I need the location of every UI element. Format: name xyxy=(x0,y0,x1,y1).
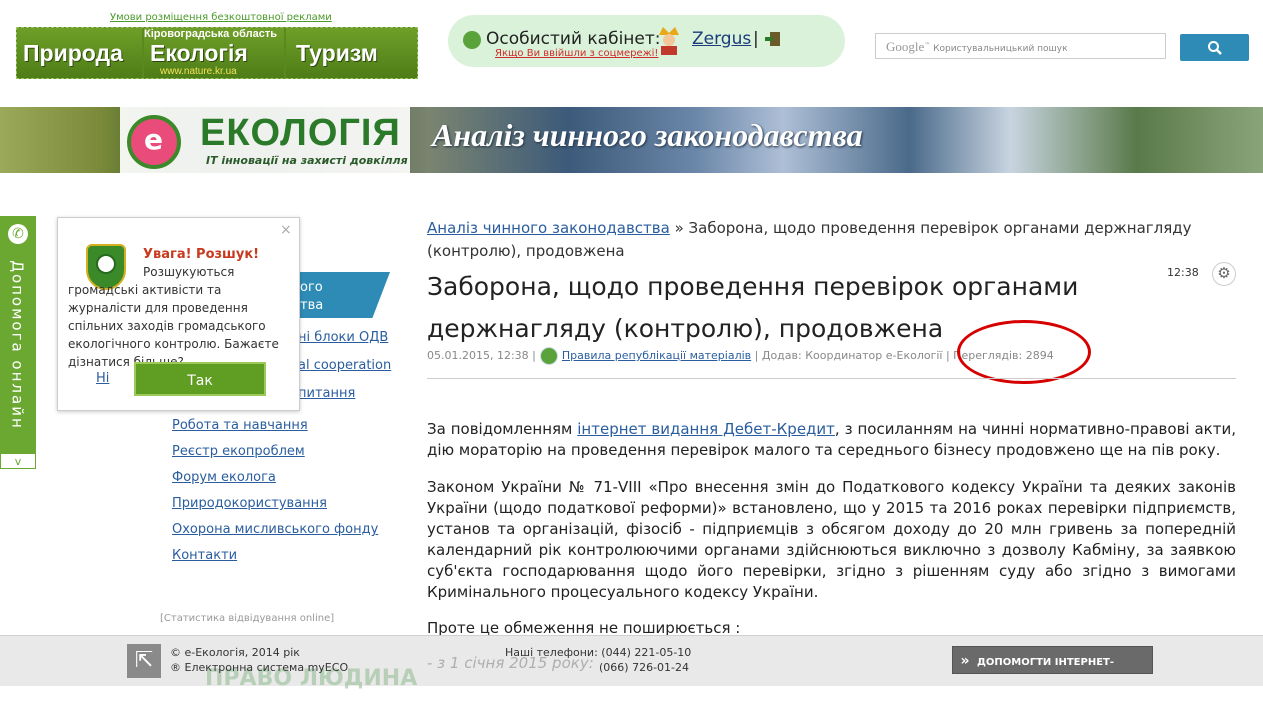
breadcrumb-link[interactable]: Аналіз чинного законодавства xyxy=(427,219,670,237)
close-icon[interactable]: × xyxy=(280,222,292,238)
section-title: Аналіз чинного законодавства xyxy=(432,117,863,153)
online-help-label: Допомога онлайн xyxy=(8,260,27,430)
user-avatar-icon xyxy=(659,27,679,55)
wanted-popup: × Увага! Розшук! Розшукуються громадські… xyxy=(57,217,300,411)
cabinet-separator: | xyxy=(753,29,759,49)
menu-item-contacts[interactable]: Контакти xyxy=(172,548,237,563)
banner-nature-label: Природа xyxy=(23,40,123,66)
menu-item-partial[interactable]: al cooperation xyxy=(298,358,391,373)
google-brand: Google xyxy=(886,39,925,54)
leaf-icon xyxy=(463,31,481,49)
menu-item-forum[interactable]: Форум еколога xyxy=(172,470,276,485)
menu-active-partial-2: тва xyxy=(300,298,324,313)
views-highlight-circle xyxy=(957,320,1091,384)
gear-icon[interactable]: ⚙ xyxy=(1212,262,1236,286)
site-subtitle: IT інновації на захисті довкілля xyxy=(206,154,408,167)
footer-bar: ПРАВО ЛЮДИНА ⇱ © е-Екологія, 2014 рік ® … xyxy=(0,635,1263,696)
source-link[interactable]: інтернет видання Дебет-Кредит xyxy=(577,420,835,438)
logout-icon[interactable] xyxy=(765,31,783,47)
article-time: 12:38 xyxy=(1167,266,1199,279)
banner-tourism: Туризм xyxy=(286,28,417,78)
breadcrumb: Аналіз чинного законодавства » Заборона,… xyxy=(427,217,1237,263)
republication-rules-link[interactable]: Правила републікації матеріалів xyxy=(562,349,751,362)
double-chevron-icon: » xyxy=(960,653,970,669)
logo-letter: е xyxy=(144,123,163,156)
footer-copyright: © е-Екологія, 2014 рік ® Електронна сист… xyxy=(170,645,348,675)
menu-item-work[interactable]: Робота та навчання xyxy=(172,418,308,433)
copyright-line: © е-Екологія, 2014 рік xyxy=(170,646,300,659)
popup-yes-button[interactable]: Так xyxy=(134,362,266,396)
search-icon xyxy=(1208,41,1222,55)
e-ecology-logo-icon[interactable]: е xyxy=(127,115,181,169)
menu-item-eco-register[interactable]: Реєстр екопроблем xyxy=(172,444,305,459)
banner-url: www.nature.kr.ua xyxy=(160,66,237,77)
banner-tourism-label: Туризм xyxy=(296,40,378,66)
social-login-link[interactable]: Якщо Ви ввійшли з соцмережі! xyxy=(495,48,658,59)
cabinet-label: Особистий кабінет: xyxy=(486,29,661,49)
username-link[interactable]: Zergus xyxy=(692,29,751,49)
expand-arrow-icon[interactable]: ⇱ xyxy=(127,644,161,678)
banner-ecology: Кіровоградська область Екологія www.natu… xyxy=(144,28,284,78)
p1-text: За повідомленням xyxy=(427,420,578,438)
support-project-label: ДОПОМОГТИ ІНТЕРНЕТ-ПРОЕКТУ xyxy=(953,657,1115,696)
phone-1: (044) 221-05-10 xyxy=(601,646,692,659)
visit-stats-link[interactable]: [Статистика відвідування online] xyxy=(160,613,334,624)
menu-item-nature-use[interactable]: Природокористування xyxy=(172,496,327,511)
article-paragraph-4: - з 1 січня 2015 року: xyxy=(427,654,594,672)
banner-region-label: Кіровоградська область xyxy=(144,28,277,40)
user-cabinet-panel: Особистий кабінет: Zergus | Якщо Ви ввій… xyxy=(448,15,845,67)
ad-placement-link[interactable]: Умови розміщення безкоштовної реклами xyxy=(110,12,332,23)
article-paragraph-2: Законом України № 71-VIII «Про внесення … xyxy=(427,478,1236,601)
online-help-tab[interactable]: ✆ Допомога онлайн v xyxy=(0,216,36,469)
menu-item-partial[interactable]: ні блоки ОДВ xyxy=(298,330,388,345)
leaf-icon xyxy=(539,347,558,365)
popup-text: Розшукуються громадські активісти та жур… xyxy=(68,265,279,369)
support-project-button[interactable]: » ДОПОМОГТИ ІНТЕРНЕТ-ПРОЕКТУ xyxy=(952,646,1153,696)
menu-item-hunting[interactable]: Охорона мисливського фонду xyxy=(172,522,378,537)
search-placeholder: Користувальницький пошук xyxy=(933,44,1068,54)
site-title[interactable]: ЕКОЛОГІЯ xyxy=(200,112,401,155)
divider xyxy=(427,378,1236,379)
banner-ecology-label: Екологія xyxy=(150,40,248,66)
trademark-line: ® Електронна система myECO xyxy=(170,661,349,674)
header-hero-image: е ЕКОЛОГІЯ IT інновації на захисті довкі… xyxy=(0,107,1263,173)
banner-nature: Природа xyxy=(17,28,142,78)
chevron-down-icon[interactable]: v xyxy=(0,453,36,469)
search-input[interactable]: Google™ Користувальницький пошук xyxy=(875,33,1166,59)
region-banner[interactable]: Природа Кіровоградська область Екологія … xyxy=(16,27,418,79)
article-paragraph-1: За повідомленням інтернет видання Дебет-… xyxy=(427,419,1236,461)
menu-item-partial[interactable]: питання xyxy=(298,386,355,401)
article-author: | Додав: Координатор е-Екології | xyxy=(751,349,950,362)
popup-title: Увага! Розшук! xyxy=(143,247,260,262)
search-button[interactable] xyxy=(1180,34,1249,61)
popup-no-button[interactable]: Ні xyxy=(96,371,109,386)
article-date: 05.01.2015, 12:38 | xyxy=(427,349,536,362)
menu-active-partial-1: ого xyxy=(300,280,323,295)
